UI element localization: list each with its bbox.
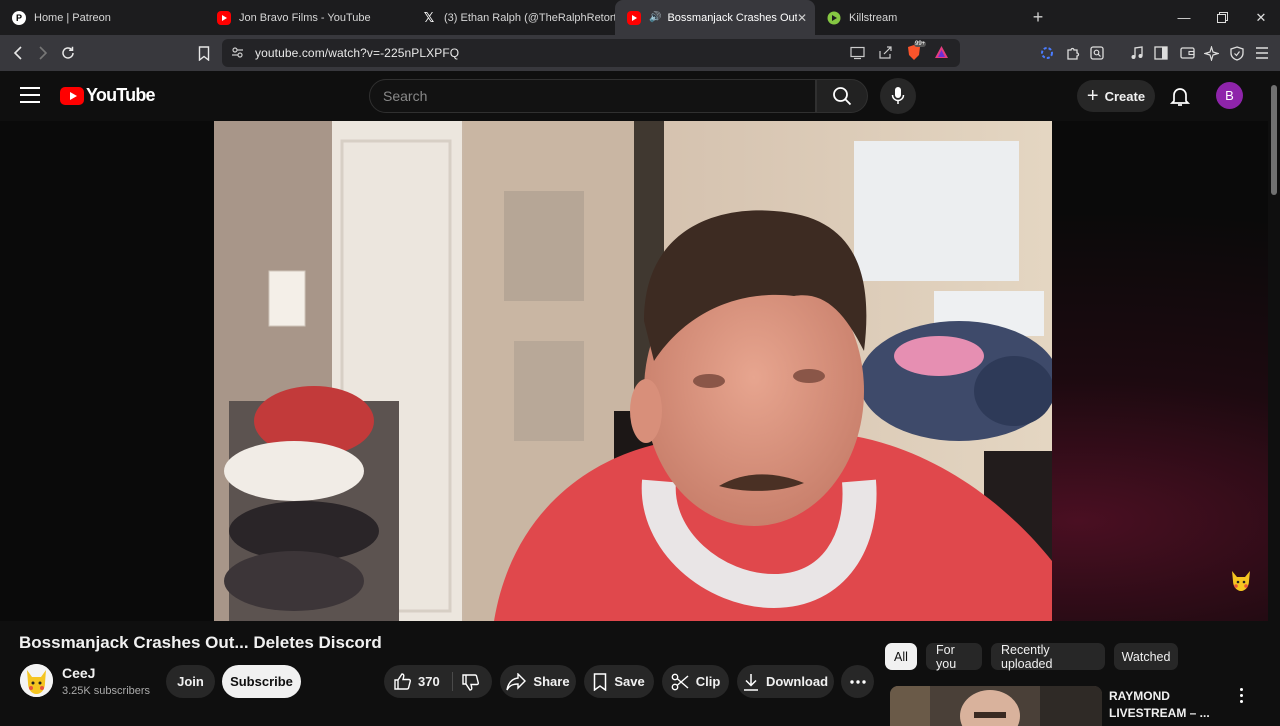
video-frame: [214, 121, 1052, 621]
microphone-icon: [891, 87, 905, 104]
like-divider: [452, 672, 453, 691]
like-dislike-group: 370: [384, 665, 492, 698]
brave-rewards-icon[interactable]: [934, 45, 949, 64]
join-button[interactable]: Join: [166, 665, 215, 698]
browser-menu-icon[interactable]: [1252, 43, 1272, 63]
chip-watched[interactable]: Watched: [1114, 643, 1178, 670]
speaker-icon[interactable]: 🔊: [649, 12, 661, 23]
search-icon: [833, 87, 852, 106]
tab-search-icon[interactable]: [1087, 43, 1107, 63]
search-input[interactable]: [370, 80, 770, 112]
search-button[interactable]: [816, 79, 868, 113]
search-box: [369, 79, 816, 113]
shield-badge: 99+: [914, 41, 927, 47]
video-player[interactable]: [214, 121, 1052, 621]
url-text: youtube.com/watch?v=-225nPLXPFQ: [255, 46, 460, 60]
share-label: Share: [533, 674, 570, 689]
notifications-bell-icon[interactable]: [1168, 84, 1192, 108]
close-tab-icon[interactable]: ✕: [797, 11, 807, 25]
rumble-icon: [827, 11, 841, 25]
more-actions-button[interactable]: [841, 665, 874, 698]
youtube-play-icon: [60, 86, 84, 105]
youtube-icon: [627, 10, 641, 25]
tab-ethan-ralph[interactable]: 𝕏 (3) Ethan Ralph (@TheRalphRetort) /: [410, 0, 615, 35]
reload-icon[interactable]: [54, 39, 82, 67]
extension-blue-icon[interactable]: [1037, 43, 1057, 63]
patreon-icon: P: [12, 10, 26, 25]
extensions-puzzle-icon[interactable]: [1063, 43, 1083, 63]
tab-patreon[interactable]: P Home | Patreon: [0, 0, 205, 35]
share-icon: [506, 672, 527, 690]
tab-jon-bravo[interactable]: Jon Bravo Films - YouTube: [205, 0, 410, 35]
browser-tab-strip: P Home | Patreon Jon Bravo Films - YouTu…: [0, 0, 1280, 35]
browser-toolbar: youtube.com/watch?v=-225nPLXPFQ 99+: [0, 35, 1280, 71]
dislike-icon[interactable]: [461, 673, 480, 697]
youtube-icon: [217, 10, 231, 25]
youtube-header: YouTube + Create B: [0, 71, 1280, 121]
media-music-icon[interactable]: [1127, 43, 1147, 63]
download-label: Download: [765, 674, 829, 689]
recommended-title[interactable]: RAYMOND LIVESTREAM – ...: [1109, 688, 1219, 722]
voice-search-button[interactable]: [880, 78, 916, 114]
video-title: Bossmanjack Crashes Out... Deletes Disco…: [19, 633, 382, 652]
tab-title: (3) Ethan Ralph (@TheRalphRetort) /: [444, 11, 615, 24]
restore-icon[interactable]: [1203, 0, 1241, 35]
chip-all[interactable]: All: [885, 643, 917, 670]
close-window-icon[interactable]: ✕: [1242, 0, 1280, 35]
create-button[interactable]: + Create: [1077, 80, 1155, 112]
create-label: Create: [1104, 88, 1146, 104]
tab-title: Jon Bravo Films - YouTube: [239, 11, 371, 24]
more-horizontal-icon: [849, 679, 866, 684]
video-stage: [0, 121, 1268, 621]
clip-label: Clip: [695, 674, 721, 689]
share-page-icon[interactable]: [878, 45, 893, 65]
cast-icon[interactable]: [850, 45, 865, 65]
guide-menu-icon[interactable]: [20, 87, 40, 103]
page-scrollbar[interactable]: [1268, 71, 1280, 720]
download-icon: [743, 673, 758, 691]
x-icon: 𝕏: [423, 9, 435, 25]
leo-ai-icon[interactable]: [1201, 43, 1221, 63]
site-settings-icon[interactable]: [231, 46, 244, 64]
tab-title: Home | Patreon: [34, 11, 111, 24]
subscriber-count: 3.25K subscribers: [62, 685, 151, 697]
tab-bossmanjack[interactable]: 🔊 Bossmanjack Crashes Out... D ✕: [615, 0, 815, 35]
forward-icon[interactable]: [29, 39, 57, 67]
plus-icon: +: [1086, 85, 1099, 107]
scissors-icon: [671, 673, 689, 690]
youtube-wordmark: YouTube: [86, 85, 156, 105]
recommended-thumbnail[interactable]: [890, 686, 1102, 726]
chip-recently-uploaded[interactable]: Recently uploaded: [991, 643, 1105, 671]
tab-title: Bossmanjack Crashes Out... D: [667, 11, 798, 24]
tab-killstream[interactable]: Killstream: [815, 0, 1015, 35]
pikachu-sticker-icon: [1228, 567, 1254, 593]
address-bar[interactable]: youtube.com/watch?v=-225nPLXPFQ 99+: [222, 39, 960, 67]
channel-avatar[interactable]: [20, 664, 53, 697]
clip-button[interactable]: Clip: [662, 665, 729, 698]
youtube-logo[interactable]: YouTube: [60, 85, 156, 106]
subscribe-button[interactable]: Subscribe: [222, 665, 301, 698]
bookmark-icon[interactable]: [190, 39, 218, 67]
chip-for-you[interactable]: For you: [926, 643, 982, 671]
back-icon[interactable]: [4, 39, 32, 67]
wallet-icon[interactable]: [1177, 43, 1197, 63]
save-button[interactable]: Save: [584, 665, 654, 698]
sidebar-toggle-icon[interactable]: [1151, 43, 1171, 63]
recommended-menu-icon[interactable]: [1236, 688, 1246, 706]
save-bookmark-icon: [594, 672, 607, 691]
channel-name[interactable]: CeeJ: [62, 665, 95, 681]
new-tab-button[interactable]: +: [1023, 7, 1053, 28]
share-button[interactable]: Share: [500, 665, 576, 698]
download-button[interactable]: Download: [737, 665, 834, 698]
like-icon[interactable]: [393, 672, 412, 696]
brave-shields-icon[interactable]: [906, 44, 922, 66]
tab-title: Killstream: [849, 11, 898, 24]
account-avatar[interactable]: B: [1216, 82, 1243, 109]
vpn-shield-icon[interactable]: [1227, 43, 1247, 63]
minimize-icon[interactable]: —: [1165, 0, 1203, 35]
save-label: Save: [614, 674, 645, 689]
scrollbar-thumb[interactable]: [1271, 85, 1277, 195]
like-count: 370: [418, 674, 440, 689]
